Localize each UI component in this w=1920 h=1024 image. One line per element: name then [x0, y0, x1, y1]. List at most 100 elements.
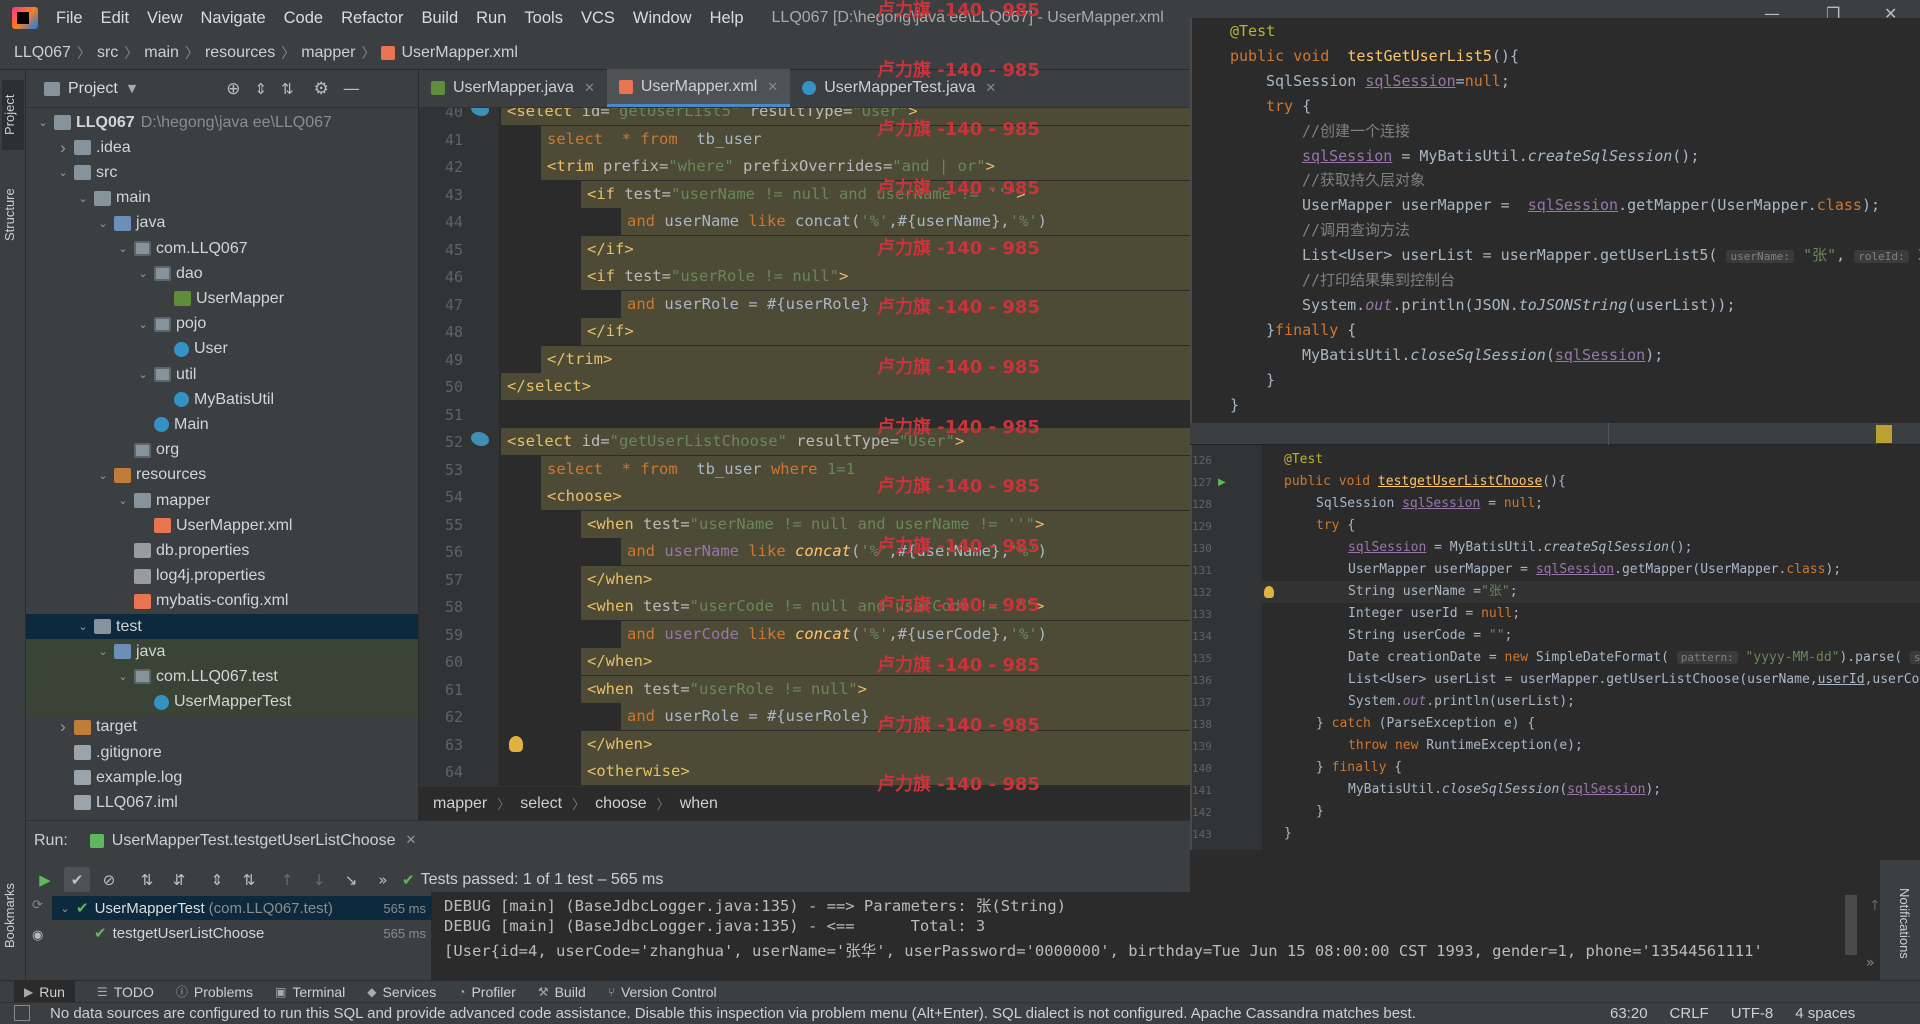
chevron-right-icon[interactable]: › — [56, 138, 70, 158]
tab-bookmarks[interactable]: Bookmarks — [2, 870, 24, 960]
tree-item[interactable]: LLQ067.iml — [26, 790, 418, 815]
chevron-down-icon[interactable]: ⌄ — [36, 116, 50, 129]
tool-tab-run[interactable]: ▶ Run — [14, 980, 75, 1003]
lightbulb-icon[interactable] — [509, 735, 523, 752]
run-config-tab[interactable]: UserMapperTest.testgetUserListChoose — [112, 832, 396, 850]
chevron-down-icon[interactable]: ⌄ — [116, 494, 130, 507]
tree-item[interactable]: UserMapper — [26, 286, 418, 311]
tree-item[interactable]: ⌄ dao — [26, 261, 418, 286]
editor-crumb[interactable]: select — [520, 795, 562, 813]
locate-icon[interactable]: ⊕ — [226, 79, 240, 99]
menu-item-refactor[interactable]: Refactor — [341, 9, 403, 28]
breadcrumb-item[interactable]: mapper — [301, 44, 355, 62]
chevron-down-icon[interactable]: ⌄ — [76, 192, 90, 205]
collapse-all-icon[interactable]: ⇅ — [236, 867, 262, 893]
run-test-icon[interactable]: ▶ — [1218, 477, 1226, 488]
sort-duration-icon[interactable]: ⇵ — [166, 867, 192, 893]
horizontal-scrollbar[interactable] — [1190, 423, 1920, 445]
close-tab-icon[interactable]: ✕ — [405, 833, 416, 848]
tree-item[interactable]: ⌄ java — [26, 639, 418, 665]
gear-icon[interactable]: ⚙ — [314, 79, 329, 99]
tab-project[interactable]: Project — [2, 80, 24, 150]
close-tab-icon[interactable]: ✕ — [584, 80, 595, 96]
chevron-down-icon[interactable]: ▼ — [128, 82, 136, 95]
tree-item[interactable]: example.log — [26, 765, 418, 790]
scroll-up-icon[interactable]: ↑ — [1869, 898, 1881, 914]
rerun-icon[interactable]: ▶ — [32, 867, 58, 893]
tool-tab-problems[interactable]: ⓘ Problems — [176, 983, 253, 1000]
tree-item[interactable]: › target — [26, 715, 418, 740]
chevron-down-icon[interactable]: ⌄ — [116, 242, 130, 255]
line-ending[interactable]: CRLF — [1670, 1005, 1709, 1022]
menu-item-build[interactable]: Build — [421, 9, 458, 28]
more-icon[interactable]: » — [1866, 955, 1875, 971]
test-result-row[interactable]: ✔ testgetUserListChoose 565 ms — [52, 921, 432, 945]
tool-tab-profiler[interactable]: ◔ Profiler — [458, 984, 516, 1000]
console-scrollbar[interactable] — [1845, 895, 1857, 955]
menu-item-edit[interactable]: Edit — [101, 9, 129, 28]
tree-item[interactable]: ⌄ java — [26, 211, 418, 236]
tree-item[interactable]: mybatis-config.xml — [26, 589, 418, 614]
mybatis-bird-icon[interactable] — [471, 108, 489, 116]
editor-crumb[interactable]: mapper — [433, 795, 487, 813]
console-output[interactable]: DEBUG [main] (BaseJdbcLogger.java:135) -… — [432, 892, 1852, 980]
tab-notifications[interactable]: Notifications — [1890, 868, 1912, 978]
tree-item[interactable]: User — [26, 337, 418, 362]
test-code-window-top[interactable]: @Test public void testGetUserList5(){SqlS… — [1190, 18, 1920, 423]
breadcrumb-item[interactable]: LLQ067 — [14, 44, 71, 62]
menu-item-vcs[interactable]: VCS — [581, 9, 615, 28]
tree-item[interactable]: ⌄ mapper — [26, 488, 418, 513]
chevron-down-icon[interactable]: ⌄ — [136, 368, 150, 381]
test-result-row[interactable]: ⌄ ✔ UserMapperTest (com.LLQ067.test) 565 ms — [52, 896, 432, 920]
tool-tab-todo[interactable]: ☰ TODO — [97, 984, 154, 1000]
tree-item[interactable]: ⌄ LLQ067 D:\hegong\java ee\LLQ067 — [26, 110, 418, 135]
close-tab-icon[interactable]: ✕ — [985, 80, 996, 96]
tree-item[interactable]: ⌄ util — [26, 362, 418, 387]
tree-item[interactable]: ⌄ com.LLQ067.test — [26, 664, 418, 690]
lightbulb-icon[interactable] — [1264, 586, 1274, 598]
caret-position[interactable]: 63:20 — [1610, 1005, 1648, 1022]
file-encoding[interactable]: UTF-8 — [1731, 1005, 1774, 1022]
status-message[interactable]: No data sources are configured to run th… — [50, 1005, 1610, 1022]
show-ignored-icon[interactable]: ⊘ — [96, 867, 122, 893]
menu-item-file[interactable]: File — [56, 9, 83, 28]
sort-alpha-icon[interactable]: ⇅ — [134, 867, 160, 893]
chevron-down-icon[interactable]: ⌄ — [136, 267, 150, 280]
editor-crumb[interactable]: when — [680, 795, 718, 813]
previous-failed-icon[interactable]: ↑ — [274, 867, 300, 893]
expand-all-icon[interactable]: ⇕ — [255, 80, 268, 98]
chevron-down-icon[interactable]: ⌄ — [96, 645, 110, 658]
mybatis-bird-icon[interactable] — [471, 432, 489, 446]
show-passed-icon[interactable]: ✔ — [64, 867, 90, 893]
chevron-down-icon[interactable]: ⌄ — [116, 670, 130, 683]
tab-structure[interactable]: Structure — [2, 170, 24, 260]
expand-all-icon[interactable]: ⇕ — [204, 867, 230, 893]
debug-icon[interactable]: ⟳ — [32, 898, 43, 913]
tree-item[interactable]: ⌄ resources — [26, 463, 418, 488]
chevron-down-icon[interactable]: ⌄ — [96, 469, 110, 482]
tree-item[interactable]: ⌄ pojo — [26, 312, 418, 337]
tree-item[interactable]: .gitignore — [26, 740, 418, 765]
menu-item-run[interactable]: Run — [476, 9, 506, 28]
tool-tab-version-control[interactable]: ⑂ Version Control — [608, 984, 717, 1000]
editor-crumb[interactable]: choose — [595, 795, 647, 813]
more-icon[interactable]: » — [370, 867, 396, 893]
camera-icon[interactable]: ◉ — [32, 928, 43, 943]
tree-item[interactable]: ⌄ main — [26, 186, 418, 211]
breadcrumb-item[interactable]: main — [144, 44, 179, 62]
tree-item[interactable]: UserMapperTest — [26, 689, 418, 715]
menu-item-tools[interactable]: Tools — [524, 9, 563, 28]
menu-item-navigate[interactable]: Navigate — [201, 9, 266, 28]
next-failed-icon[interactable]: ↓ — [306, 867, 332, 893]
tree-item[interactable]: org — [26, 438, 418, 463]
chevron-down-icon[interactable]: ⌄ — [136, 318, 150, 331]
breadcrumb-item[interactable]: resources — [205, 44, 275, 62]
menu-item-code[interactable]: Code — [284, 9, 323, 28]
chevron-down-icon[interactable]: ⌄ — [96, 217, 110, 230]
chevron-down-icon[interactable]: ⌄ — [76, 620, 90, 633]
code-editor[interactable]: <select id="getUserList5" resultType="Us… — [499, 108, 1190, 786]
breadcrumb-item[interactable]: UserMapper.xml — [401, 44, 517, 62]
editor-tab[interactable]: UserMapper.java ✕ — [419, 69, 607, 107]
tree-item[interactable]: Main — [26, 412, 418, 437]
tool-tab-build[interactable]: ⚒ Build — [538, 984, 586, 1000]
